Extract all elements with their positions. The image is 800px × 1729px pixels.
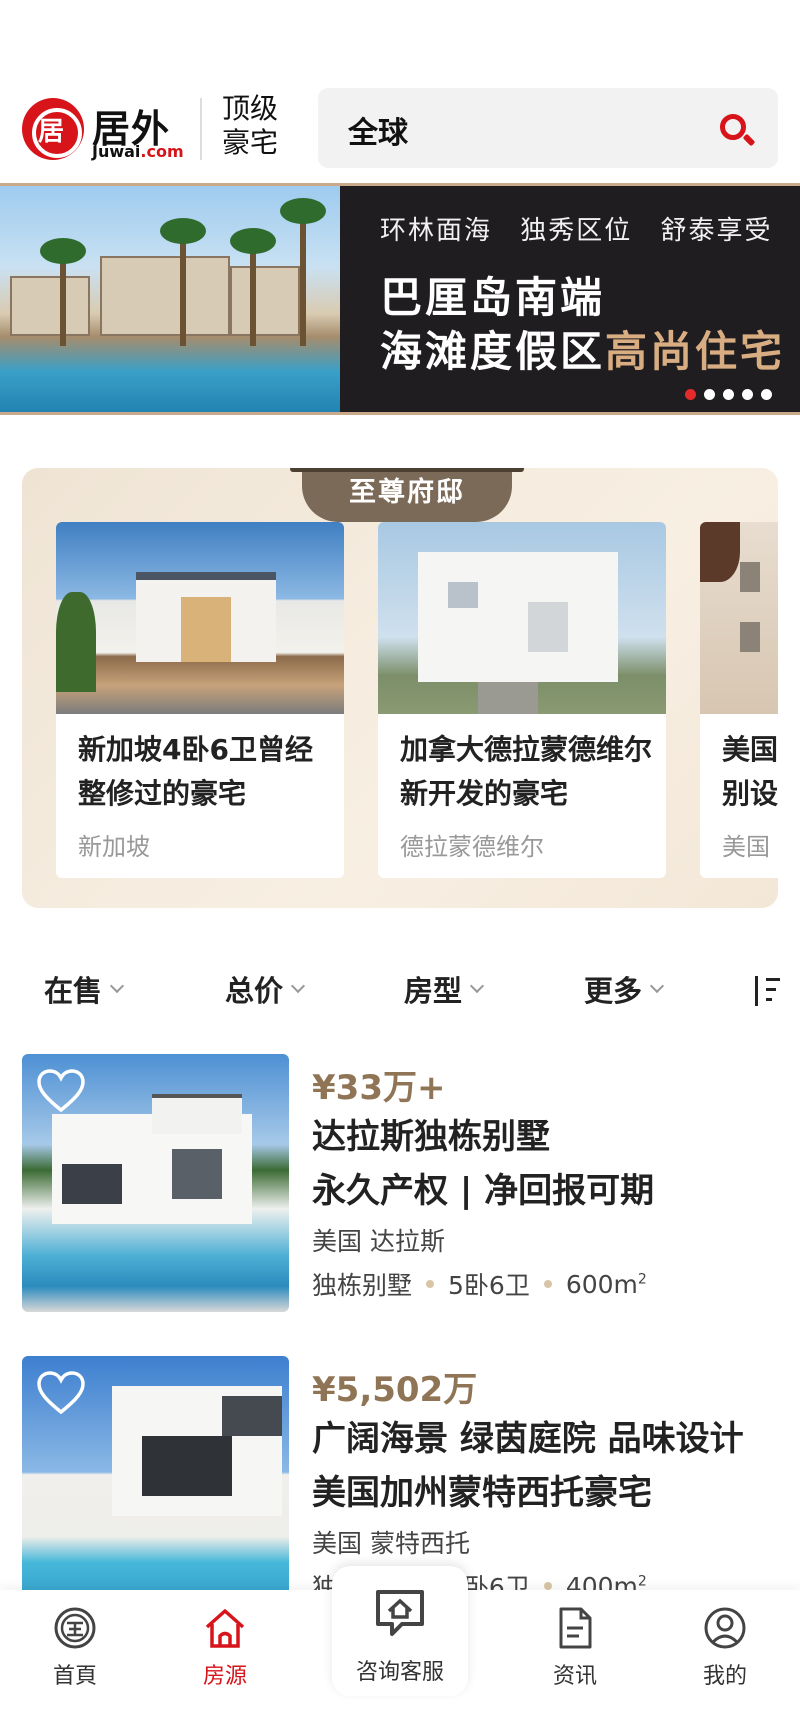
listing-area: 600m2 xyxy=(565,1269,647,1299)
listing-location: 美国 蒙特西托 xyxy=(312,1529,470,1558)
premium-card-location: 德拉蒙德维尔 xyxy=(400,833,544,861)
banner-resort-photo xyxy=(0,186,340,412)
pagination-dot[interactable] xyxy=(723,389,734,400)
property-photo xyxy=(22,1054,289,1312)
tagline: 顶级 豪宅 xyxy=(222,92,278,160)
premium-mansions-section: 至尊府邸 新加坡4卧6卫曾经整修过的豪宅 新加坡 加拿大德拉蒙德维尔新开发的豪宅… xyxy=(22,468,778,908)
user-icon xyxy=(703,1606,747,1650)
document-icon xyxy=(553,1606,597,1650)
chevron-down-icon xyxy=(649,978,665,994)
juwai-logo[interactable]: 居外 Juwai.com xyxy=(22,98,192,161)
filter-label: 总价 xyxy=(225,974,284,1008)
listing-rooms: 5卧6卫 xyxy=(448,1271,530,1300)
listing-price: ¥5,502万 xyxy=(312,1370,478,1410)
tagline-line-2: 豪宅 xyxy=(222,126,279,159)
nav-news-label: 资讯 xyxy=(552,1664,597,1689)
property-photo xyxy=(22,1356,289,1614)
filter-total-price[interactable]: 总价 xyxy=(225,968,306,1010)
pagination-dot[interactable] xyxy=(685,389,696,400)
chevron-down-icon xyxy=(109,978,125,994)
premium-card-location: 新加坡 xyxy=(78,833,150,861)
search-input[interactable]: 全球 xyxy=(348,108,408,152)
chevron-down-icon xyxy=(469,978,485,994)
bottom-navigation: 首頁 房源 咨询客服 资讯 我的 xyxy=(0,1566,800,1729)
sort-icon[interactable] xyxy=(750,976,780,1008)
chat-house-icon xyxy=(372,1584,428,1640)
premium-card-title: 美国别设 xyxy=(722,733,778,810)
banner-tags: 环林面海 独秀区位 舒泰享受 xyxy=(380,216,773,246)
filter-status[interactable]: 在售 xyxy=(44,968,125,1010)
listing-title: 达拉斯独栋别墅 永久产权 | 净回报可期 xyxy=(312,1110,782,1218)
juwai-logo-icon xyxy=(22,98,84,160)
nav-listings-label: 房源 xyxy=(202,1664,247,1689)
promo-banner[interactable]: 环林面海 独秀区位 舒泰享受 巴厘岛南端 海滩度假区高尚住宅 xyxy=(0,183,800,415)
banner-headline-1: 巴厘岛南端 xyxy=(380,273,606,322)
listing-title-line: 美国加州蒙特西托豪宅 xyxy=(312,1473,652,1513)
nav-consult-button[interactable]: 咨询客服 xyxy=(332,1566,468,1696)
property-photo xyxy=(700,522,778,714)
listing-specs: 独栋别墅 5卧6卫 600m2 xyxy=(312,1266,647,1302)
pagination-dot[interactable] xyxy=(761,389,772,400)
nav-consult-label: 咨询客服 xyxy=(355,1660,444,1685)
listing-title-line: 达拉斯独栋别墅 xyxy=(312,1117,550,1157)
premium-card[interactable]: 加拿大德拉蒙德维尔新开发的豪宅 德拉蒙德维尔 xyxy=(378,522,666,878)
property-photo xyxy=(56,522,344,714)
separator-dot xyxy=(426,1280,435,1288)
app-header: 居外 Juwai.com 顶级 豪宅 全球 xyxy=(0,88,800,180)
search-bar[interactable]: 全球 xyxy=(318,88,778,168)
listing-card[interactable]: ¥33万+ 达拉斯独栋别墅 永久产权 | 净回报可期 美国 达拉斯 独栋别墅 5… xyxy=(22,1054,778,1312)
pagination-dot[interactable] xyxy=(704,389,715,400)
premium-card-title: 新加坡4卧6卫曾经整修过的豪宅 xyxy=(78,733,313,810)
premium-section-tab[interactable]: 至尊府邸 xyxy=(290,468,524,522)
chevron-down-icon xyxy=(290,978,306,994)
filter-bar: 在售 总价 房型 更多 xyxy=(0,968,800,1018)
nav-news[interactable]: 资讯 xyxy=(520,1606,630,1690)
search-icon[interactable] xyxy=(720,114,746,140)
banner-text-panel: 环林面海 独秀区位 舒泰享受 巴厘岛南端 海滩度假区高尚住宅 xyxy=(340,186,800,412)
separator-dot xyxy=(543,1280,552,1288)
nav-home[interactable]: 首頁 xyxy=(20,1606,130,1690)
filter-label: 在售 xyxy=(44,974,103,1008)
favorite-heart-icon[interactable] xyxy=(36,1370,86,1416)
home-logo-icon xyxy=(53,1606,97,1650)
favorite-heart-icon[interactable] xyxy=(36,1068,86,1114)
filter-room-type[interactable]: 房型 xyxy=(404,968,485,1010)
pagination-dot[interactable] xyxy=(742,389,753,400)
premium-card[interactable]: 美国别设 美国 xyxy=(700,522,778,878)
filter-more[interactable]: 更多 xyxy=(584,968,665,1010)
listing-title-line: 永久产权 | 净回报可期 xyxy=(312,1171,655,1211)
separator-dot xyxy=(543,1582,552,1590)
listing-title-line: 广阔海景 绿茵庭院 品味设计 xyxy=(312,1419,744,1459)
house-icon xyxy=(203,1606,247,1650)
premium-card[interactable]: 新加坡4卧6卫曾经整修过的豪宅 新加坡 xyxy=(56,522,344,878)
banner-pagination[interactable] xyxy=(685,389,772,400)
banner-headline-2: 海滩度假区高尚住宅 xyxy=(380,327,786,376)
filter-label: 更多 xyxy=(584,974,643,1008)
listing-location: 美国 达拉斯 xyxy=(312,1227,445,1256)
nav-listings[interactable]: 房源 xyxy=(170,1606,280,1690)
filter-label: 房型 xyxy=(404,974,463,1008)
logo-english-text: Juwai.com xyxy=(92,142,184,161)
premium-card-location: 美国 xyxy=(722,833,770,861)
nav-mine[interactable]: 我的 xyxy=(670,1606,780,1690)
listing-type: 独栋别墅 xyxy=(312,1271,413,1300)
nav-mine-label: 我的 xyxy=(702,1664,747,1689)
listing-price: ¥33万+ xyxy=(312,1068,446,1108)
premium-card-title: 加拿大德拉蒙德维尔新开发的豪宅 xyxy=(400,733,653,810)
nav-home-label: 首頁 xyxy=(52,1664,97,1689)
header-divider xyxy=(200,98,202,160)
property-photo xyxy=(378,522,666,714)
listing-title: 广阔海景 绿茵庭院 品味设计 美国加州蒙特西托豪宅 xyxy=(312,1412,782,1520)
tagline-line-1: 顶级 xyxy=(222,92,279,125)
